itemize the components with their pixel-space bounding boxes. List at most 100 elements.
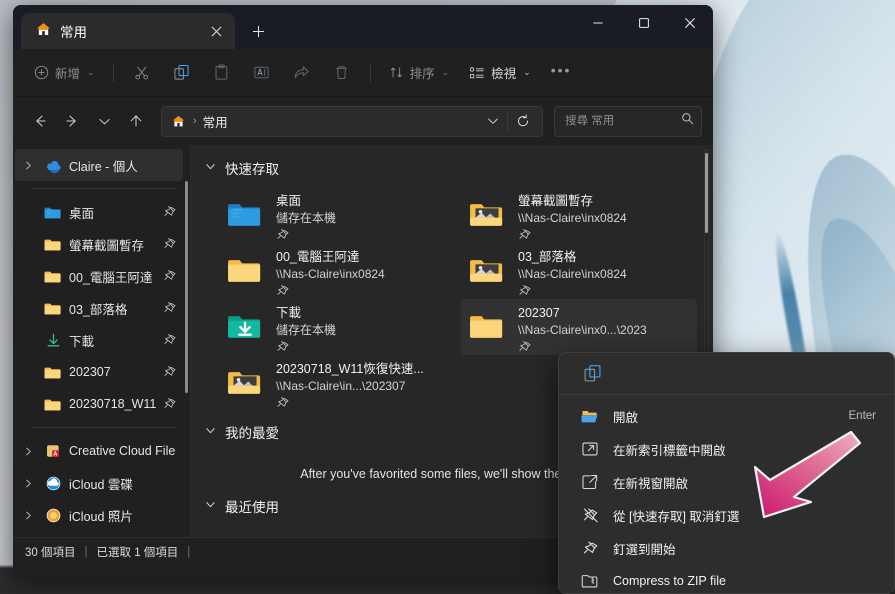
sidebar-scrollbar[interactable] <box>185 181 188 393</box>
tile-title: 20230718_W11恢復快速... <box>276 362 424 376</box>
up-button[interactable] <box>121 106 151 136</box>
chevron-right-icon[interactable] <box>19 447 37 456</box>
new-button[interactable]: 新增 ⌄ <box>25 57 104 89</box>
paste-icon <box>213 64 230 81</box>
sidebar-item-6[interactable]: 202307 <box>15 356 183 388</box>
downloads-icon <box>44 332 62 349</box>
recent-locations-button[interactable] <box>89 106 119 136</box>
refresh-button[interactable] <box>508 108 538 135</box>
chevron-down-icon[interactable] <box>205 161 216 175</box>
search-input[interactable] <box>565 115 675 127</box>
quick-access-tile[interactable]: 00_電腦王阿達 \\Nas-Claire\inx0824 <box>219 243 455 299</box>
forward-button[interactable] <box>57 106 87 136</box>
context-menu-toolbar <box>559 353 894 395</box>
copy-button[interactable] <box>163 57 201 89</box>
sidebar-item-label: iCloud 雲碟 <box>69 477 133 492</box>
command-separator <box>369 63 371 82</box>
pin-icon[interactable] <box>163 397 177 411</box>
home-icon[interactable] <box>171 114 186 129</box>
quick-access-tile[interactable]: 20230718_W11恢復快速... \\Nas-Claire\in...\20… <box>219 355 455 411</box>
context-menu-item-1[interactable]: 開啟 Enter <box>563 400 890 432</box>
delete-button[interactable] <box>323 57 361 89</box>
chevron-down-icon[interactable] <box>205 499 216 513</box>
minimize-button[interactable] <box>575 5 621 41</box>
pin-icon[interactable] <box>163 301 177 315</box>
maximize-button[interactable] <box>621 5 667 41</box>
sort-button-label: 排序 <box>409 67 435 81</box>
sidebar-item-1[interactable]: 桌面 <box>15 196 183 228</box>
context-menu-item-5[interactable]: 釘選到開始 <box>563 532 890 564</box>
chevron-down-icon[interactable] <box>205 425 216 439</box>
tile-title: 下載 <box>276 306 302 320</box>
context-menu-item-2[interactable]: 在新索引標籤中開啟 <box>563 433 890 465</box>
quick-access-tile[interactable]: 03_部落格 \\Nas-Claire\inx0824 <box>461 243 697 299</box>
quick-access-tile[interactable]: 桌面 儲存在本機 <box>219 187 455 243</box>
folder-icon <box>44 395 62 413</box>
search-icon[interactable] <box>681 112 694 130</box>
address-bar-row: › 常用 <box>13 97 713 145</box>
group-title: 快速存取 <box>225 162 279 177</box>
home-icon <box>35 21 52 41</box>
sidebar-item-label: Creative Cloud File <box>69 444 176 458</box>
pin-icon[interactable] <box>276 396 447 415</box>
chevron-down-icon: ⌄ <box>523 67 531 77</box>
tab-title: 常用 <box>60 25 87 40</box>
sidebar-item-3[interactable]: 00_電腦王阿達 <box>15 260 183 292</box>
breadcrumb-current[interactable]: 常用 <box>203 112 479 131</box>
sidebar-drive-3[interactable]: iCloud 照片 <box>15 499 183 531</box>
tab-home[interactable]: 常用 <box>21 13 235 49</box>
group-header-quick-access[interactable]: 快速存取 <box>205 155 713 181</box>
chevron-right-icon[interactable] <box>19 479 37 488</box>
view-button[interactable]: 檢視 ⌄ <box>460 57 540 89</box>
back-button[interactable] <box>25 106 55 136</box>
context-menu-label: 開啟 <box>613 410 639 425</box>
command-separator <box>112 63 114 82</box>
sidebar-item-2[interactable]: 螢幕截圖暫存 <box>15 228 183 260</box>
tile-subtitle: \\Nas-Claire\inx0824 <box>518 211 627 225</box>
sort-button[interactable]: 排序 ⌄ <box>380 57 459 89</box>
tile-title: 00_電腦王阿達 <box>276 250 360 264</box>
sidebar-item-onedrive[interactable]: Claire - 個人 <box>15 149 183 181</box>
chevron-right-icon[interactable] <box>19 161 37 170</box>
pin-icon[interactable] <box>163 205 177 219</box>
pin-icon[interactable] <box>163 269 177 283</box>
new-tab-button[interactable] <box>241 15 275 47</box>
pin-icon[interactable] <box>163 333 177 347</box>
tile-title: 螢幕截圖暫存 <box>518 194 594 208</box>
pin-icon[interactable] <box>163 237 177 251</box>
quick-access-tile[interactable]: 下載 儲存在本機 <box>219 299 455 355</box>
context-menu-item-6[interactable]: Compress to ZIP file <box>563 565 890 593</box>
quick-access-tile[interactable]: 螢幕截圖暫存 \\Nas-Claire\inx0824 <box>461 187 697 243</box>
downloads-folder-icon <box>227 305 265 348</box>
rename-button[interactable] <box>243 57 281 89</box>
address-bar[interactable]: › 常用 <box>161 105 543 137</box>
sidebar-item-5[interactable]: 下載 <box>15 324 183 356</box>
tab-close-button[interactable] <box>203 18 229 44</box>
content-scrollbar-thumb[interactable] <box>705 153 708 233</box>
more-options-button[interactable]: ••• <box>542 57 581 89</box>
copy-icon[interactable] <box>577 359 607 389</box>
paste-button[interactable] <box>203 57 241 89</box>
chevron-right-icon[interactable] <box>19 511 37 520</box>
pin-icon[interactable] <box>163 365 177 379</box>
zip-icon <box>581 572 599 590</box>
pin-to-start-icon <box>581 540 599 557</box>
folder-icon <box>227 249 265 292</box>
sidebar-drive-2[interactable]: iCloud 雲碟 <box>15 467 183 499</box>
sidebar-item-4[interactable]: 03_部落格 <box>15 292 183 324</box>
address-dropdown-button[interactable] <box>479 108 507 135</box>
cut-button[interactable] <box>123 57 161 89</box>
view-button-label: 檢視 <box>491 67 517 81</box>
share-button[interactable] <box>283 57 321 89</box>
breadcrumb-separator: › <box>193 115 197 127</box>
context-menu-item-3[interactable]: 在新視窗開啟 <box>563 466 890 498</box>
folder-icon <box>44 299 62 317</box>
close-button[interactable] <box>667 5 713 41</box>
quick-access-tile[interactable]: 202307 \\Nas-Claire\inx0...\2023 <box>461 299 697 355</box>
sidebar-item-7[interactable]: 20230718_W11 <box>15 388 183 420</box>
context-menu-item-4[interactable]: 從 [快速存取] 取消釘選 <box>563 499 890 531</box>
search-box[interactable] <box>554 105 702 137</box>
context-menu-label: 釘選到開始 <box>613 542 676 557</box>
sidebar-drive-1[interactable]: Creative Cloud File <box>15 435 183 467</box>
sidebar-item-label: iCloud 照片 <box>69 509 133 524</box>
